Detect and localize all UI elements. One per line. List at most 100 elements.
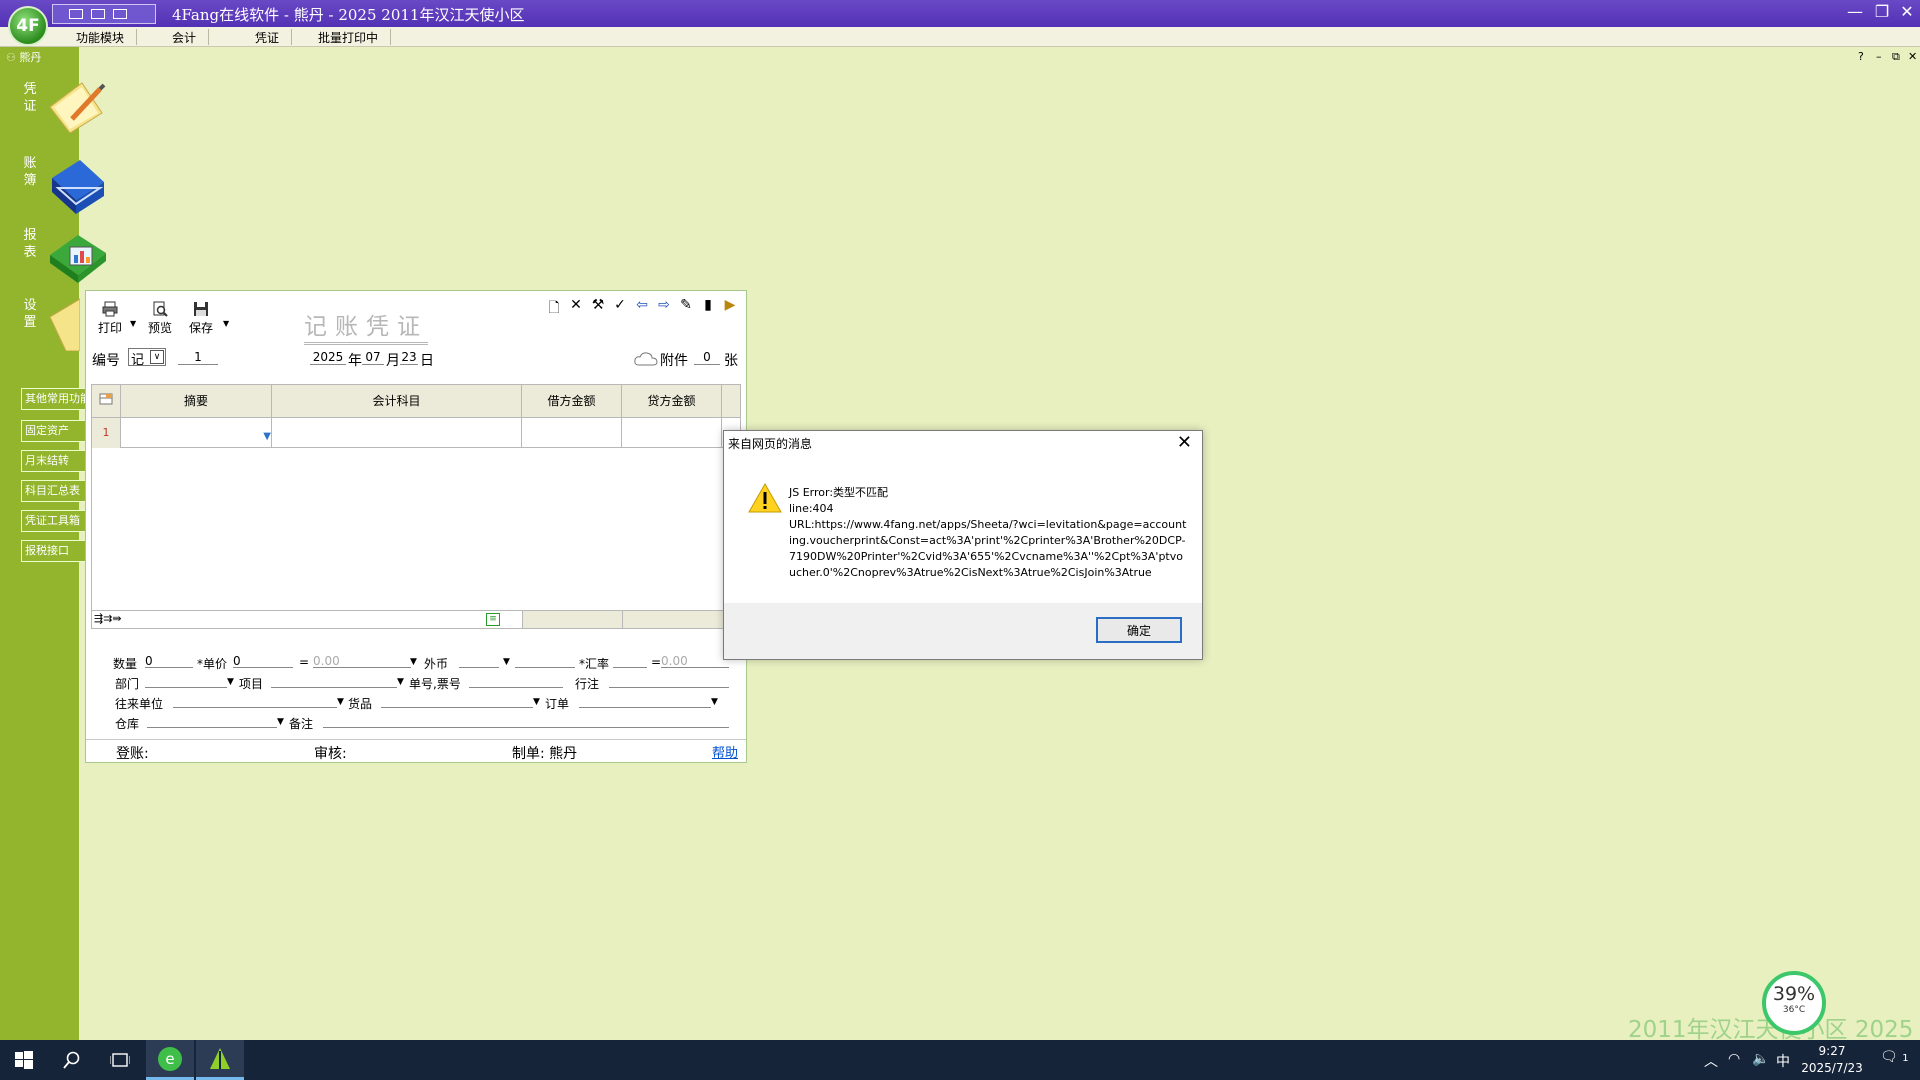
- minimize-button[interactable]: —: [1844, 2, 1866, 21]
- memory-gauge[interactable]: 39% 36°C: [1762, 971, 1826, 1035]
- ok-button[interactable]: 确定: [1096, 617, 1182, 643]
- mdi-restore-button[interactable]: ⧉: [1892, 50, 1900, 64]
- quick-access-toolbar[interactable]: [52, 4, 156, 24]
- credit-cell[interactable]: [622, 418, 722, 448]
- rate-result-input[interactable]: 0.00: [661, 654, 729, 668]
- check-icon[interactable]: ✓: [612, 297, 628, 321]
- menu-accounting[interactable]: 会计: [160, 29, 210, 45]
- save-button[interactable]: 保存: [189, 301, 213, 336]
- warehouse-input[interactable]: [147, 714, 277, 728]
- mdi-close-button[interactable]: ✕: [1908, 50, 1917, 63]
- remark-input[interactable]: [323, 714, 729, 728]
- add-row-icon[interactable]: [92, 385, 121, 418]
- attachment-clip-icon[interactable]: ▮: [700, 297, 716, 321]
- menu-function-modules[interactable]: 功能模块: [64, 29, 138, 45]
- docno-input[interactable]: [469, 674, 563, 688]
- stamp-icon[interactable]: ✎: [678, 297, 694, 321]
- taskbar-browser-app[interactable]: e: [146, 1040, 194, 1080]
- goods-input[interactable]: [381, 694, 533, 708]
- sidebar-item-voucher[interactable]: 凭证: [22, 81, 38, 115]
- dropdown-triangle-icon[interactable]: ▼: [263, 431, 271, 442]
- sidebar-link-month-end[interactable]: 月末结转: [21, 450, 87, 472]
- exchange-rate-input[interactable]: [613, 654, 647, 668]
- volume-icon[interactable]: 🔈: [1752, 1051, 1769, 1067]
- next-arrow-icon[interactable]: ⇨: [656, 297, 672, 321]
- delete-x-icon[interactable]: ✕: [568, 297, 584, 321]
- taskbar-4fang-app[interactable]: [196, 1040, 244, 1080]
- goods-dropdown-arrow[interactable]: ▼: [533, 697, 540, 707]
- partner-dropdown-arrow[interactable]: ▼: [337, 697, 344, 707]
- user-icon: ⚇: [6, 51, 16, 64]
- foreign-amount-input[interactable]: [515, 654, 575, 668]
- warehouse-dropdown-arrow[interactable]: ▼: [277, 717, 284, 727]
- sidebar-link-tax-interface[interactable]: 报税接口: [21, 540, 87, 562]
- tray-overflow-icon[interactable]: ︿: [1704, 1051, 1718, 1071]
- sidebar-link-account-summary[interactable]: 科目汇总表: [21, 480, 87, 502]
- cloud-icon[interactable]: [634, 352, 658, 366]
- menu-voucher[interactable]: 凭证: [243, 29, 293, 45]
- calculator-icon[interactable]: ≡: [486, 613, 500, 626]
- project-input[interactable]: [271, 674, 397, 688]
- exit-door-icon[interactable]: ▶: [722, 297, 738, 321]
- currency-select[interactable]: [459, 654, 499, 668]
- help-link[interactable]: 帮助: [712, 742, 738, 761]
- save-dropdown-arrow[interactable]: ▼: [223, 319, 229, 328]
- report-chart-icon[interactable]: [48, 225, 108, 285]
- dialog-close-icon[interactable]: ✕: [1177, 432, 1192, 453]
- sidebar-link-fixed-assets[interactable]: 固定资产: [21, 420, 87, 442]
- sidebar-link-common-functions[interactable]: 其他常用功能: [21, 388, 87, 410]
- department-dropdown-arrow[interactable]: ▼: [227, 677, 234, 687]
- attachment-count-input[interactable]: 0: [694, 350, 720, 365]
- notepad-pencil-icon[interactable]: [46, 77, 106, 135]
- new-document-icon[interactable]: 🗋: [546, 297, 562, 321]
- close-button[interactable]: ✕: [1896, 2, 1918, 21]
- mdi-help-button[interactable]: ?: [1858, 50, 1864, 63]
- search-button[interactable]: [48, 1040, 96, 1080]
- menu-batch-print[interactable]: 批量打印中: [306, 29, 392, 45]
- app-logo[interactable]: 4F: [8, 6, 48, 46]
- quick-home-icon[interactable]: [69, 9, 83, 19]
- order-input[interactable]: [579, 694, 711, 708]
- month-input[interactable]: 07: [362, 350, 384, 365]
- number-type-select[interactable]: 记 ∨: [128, 348, 166, 368]
- book-stack-icon[interactable]: [50, 152, 106, 216]
- year-input[interactable]: 2025: [310, 350, 346, 365]
- summary-cell[interactable]: ▼: [121, 418, 272, 448]
- settings-notepad-icon[interactable]: [46, 297, 80, 351]
- sidebar-item-settings[interactable]: 设置: [22, 297, 38, 331]
- taskbar-clock[interactable]: 9:27 2025/7/23: [1797, 1043, 1867, 1077]
- partner-input[interactable]: [173, 694, 337, 708]
- quick-settings-icon[interactable]: [91, 9, 105, 19]
- sidebar-item-ledger[interactable]: 账簿: [22, 155, 38, 189]
- day-label: 日: [420, 353, 434, 369]
- ime-indicator[interactable]: 中: [1776, 1051, 1790, 1071]
- preview-button[interactable]: 预览: [148, 301, 172, 336]
- amount-dropdown-arrow[interactable]: ▼: [410, 657, 417, 667]
- order-dropdown-arrow[interactable]: ▼: [711, 697, 718, 707]
- unit-price-input[interactable]: 0: [233, 654, 293, 668]
- row-tools-icon[interactable]: ⇶⇉⇛: [94, 612, 122, 625]
- network-icon[interactable]: ◠: [1728, 1051, 1740, 1067]
- project-dropdown-arrow[interactable]: ▼: [397, 677, 404, 687]
- print-dropdown-arrow[interactable]: ▼: [130, 319, 136, 328]
- currency-dropdown-arrow[interactable]: ▼: [503, 657, 510, 667]
- tools-icon[interactable]: ⚒: [590, 297, 606, 321]
- restore-button[interactable]: ❐: [1871, 2, 1893, 21]
- amount-input[interactable]: 0.00: [313, 654, 411, 668]
- task-view-button[interactable]: [96, 1040, 144, 1080]
- department-input[interactable]: [145, 674, 227, 688]
- sidebar-item-report[interactable]: 报表: [22, 227, 38, 261]
- mdi-minimize-button[interactable]: –: [1876, 50, 1882, 63]
- account-cell[interactable]: [272, 418, 522, 448]
- sidebar-link-voucher-tools[interactable]: 凭证工具箱: [21, 510, 87, 532]
- quantity-input[interactable]: 0: [145, 654, 193, 668]
- notification-center-icon[interactable]: 🗨 1: [1880, 1049, 1909, 1065]
- debit-cell[interactable]: [522, 418, 622, 448]
- print-button[interactable]: 打印: [98, 301, 122, 336]
- quick-mail-icon[interactable]: [113, 9, 127, 19]
- previous-arrow-icon[interactable]: ⇦: [634, 297, 650, 321]
- start-button[interactable]: [0, 1040, 48, 1080]
- line-memo-input[interactable]: [609, 674, 729, 688]
- day-input[interactable]: 23: [400, 350, 418, 365]
- number-input[interactable]: 1: [178, 350, 218, 365]
